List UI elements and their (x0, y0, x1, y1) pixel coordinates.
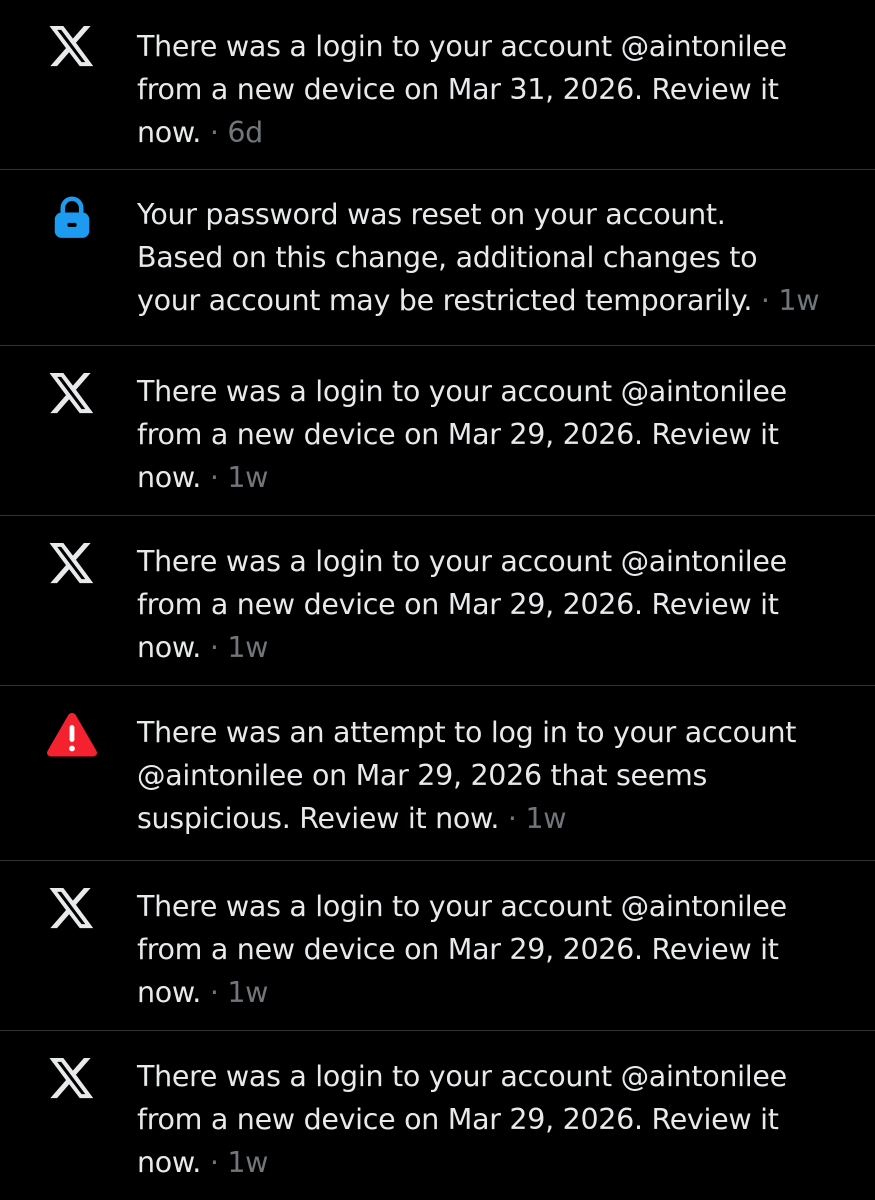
notification-item[interactable]: Your password was reset on your account.… (0, 170, 875, 346)
x-logo-icon (43, 535, 101, 593)
notification-line: your account may be restricted temporari… (137, 284, 753, 317)
notification-line: now. (137, 631, 202, 664)
notification-time: 1w (227, 1146, 269, 1179)
notification-line: There was a login to your account @ainto… (137, 30, 787, 63)
notification-text: There was a login to your account @ainto… (137, 1055, 851, 1184)
notification-text: There was a login to your account @ainto… (137, 540, 851, 669)
notification-line: now. (137, 116, 202, 149)
x-logo-icon (43, 18, 101, 76)
notification-text: There was a login to your account @ainto… (137, 370, 851, 499)
notification-text: There was a login to your account @ainto… (137, 25, 851, 154)
notification-item[interactable]: There was a login to your account @ainto… (0, 1031, 875, 1200)
notification-line: @aintonilee on Mar 29, 2026 that seems (137, 759, 708, 792)
notification-time: 1w (227, 461, 269, 494)
notification-item[interactable]: There was an attempt to log in to your a… (0, 686, 875, 861)
notifications-list: There was a login to your account @ainto… (0, 0, 875, 1200)
notification-time: 1w (227, 976, 269, 1009)
x-logo-icon (43, 880, 101, 938)
notification-item[interactable]: There was a login to your account @ainto… (0, 346, 875, 516)
notification-line: now. (137, 1146, 202, 1179)
notification-line: now. (137, 976, 202, 1009)
x-logo-icon (43, 365, 101, 423)
notification-line: from a new device on Mar 31, 2026. Revie… (137, 73, 779, 106)
notification-line: There was a login to your account @ainto… (137, 890, 787, 923)
notification-item[interactable]: There was a login to your account @ainto… (0, 516, 875, 686)
notification-time: 6d (227, 116, 263, 149)
warning-icon (43, 705, 101, 763)
notification-text: There was an attempt to log in to your a… (137, 711, 851, 840)
notification-line: There was an attempt to log in to your a… (137, 716, 797, 749)
notification-line: from a new device on Mar 29, 2026. Revie… (137, 588, 779, 621)
notification-line: now. (137, 461, 202, 494)
notification-line: suspicious. Review it now. (137, 802, 500, 835)
notification-item[interactable]: There was a login to your account @ainto… (0, 0, 875, 170)
lock-icon (43, 187, 101, 245)
notification-text: Your password was reset on your account.… (137, 193, 851, 322)
notification-text: There was a login to your account @ainto… (137, 885, 851, 1014)
notification-item[interactable]: There was a login to your account @ainto… (0, 861, 875, 1031)
x-logo-icon (43, 1050, 101, 1108)
notification-line: Based on this change, additional changes… (137, 241, 758, 274)
notification-line: There was a login to your account @ainto… (137, 375, 787, 408)
notification-line: There was a login to your account @ainto… (137, 1060, 787, 1093)
notification-line: There was a login to your account @ainto… (137, 545, 787, 578)
notification-line: from a new device on Mar 29, 2026. Revie… (137, 933, 779, 966)
notification-line: Your password was reset on your account. (137, 198, 726, 231)
notification-line: from a new device on Mar 29, 2026. Revie… (137, 418, 779, 451)
notification-time: 1w (778, 284, 820, 317)
notification-line: from a new device on Mar 29, 2026. Revie… (137, 1103, 779, 1136)
notification-time: 1w (525, 802, 567, 835)
notification-time: 1w (227, 631, 269, 664)
